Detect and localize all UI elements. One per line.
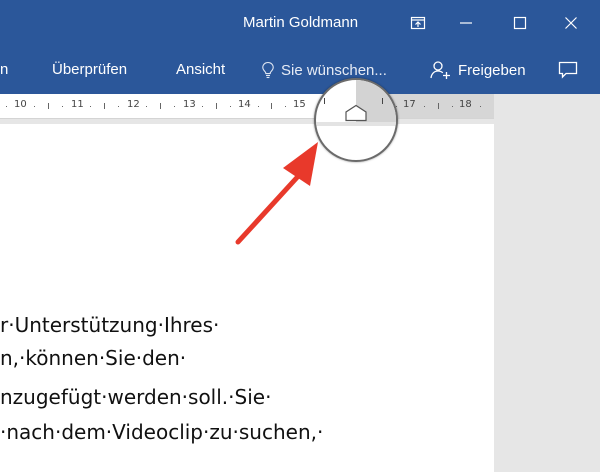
annotation-arrow bbox=[235, 142, 318, 245]
hanging-indent-marker-icon[interactable] bbox=[344, 104, 368, 122]
magnifier-callout bbox=[314, 78, 398, 162]
